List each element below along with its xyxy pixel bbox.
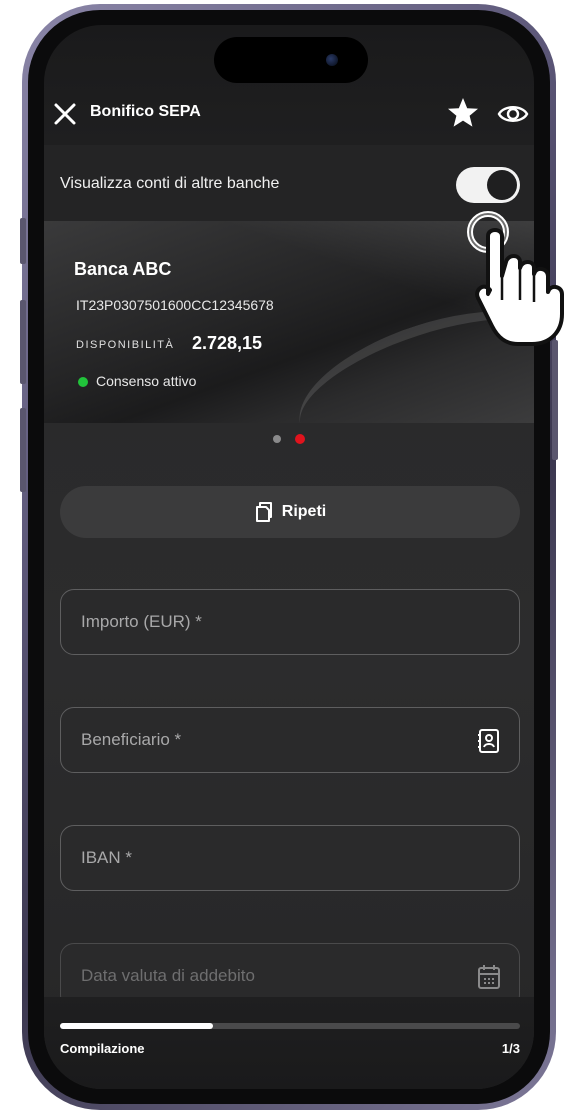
dynamic-island xyxy=(214,37,368,83)
progress-bar-section: Compilazione 1/3 xyxy=(44,997,534,1089)
iban-placeholder: IBAN * xyxy=(81,848,133,867)
progress-label: Compilazione xyxy=(60,1041,145,1056)
phone-side-button xyxy=(20,300,26,384)
consent-status-text: Consenso attivo xyxy=(96,373,197,389)
camera-icon xyxy=(326,54,338,66)
app-screen: Bonifico SEPA Visualizza conti di altre … xyxy=(44,25,534,1089)
other-banks-toggle[interactable] xyxy=(456,167,520,203)
page-title: Bonifico SEPA xyxy=(90,103,201,120)
account-iban: IT23P0307501600CC12345678 xyxy=(76,297,274,313)
pager-dot-active[interactable] xyxy=(295,434,305,444)
beneficiary-field[interactable]: Beneficiario * xyxy=(60,707,520,773)
repeat-button[interactable]: Ripeti xyxy=(60,486,520,538)
eye-icon[interactable] xyxy=(496,99,530,129)
calendar-icon[interactable] xyxy=(477,963,501,991)
consent-status-dot xyxy=(78,377,88,387)
amount-field[interactable]: Importo (EUR) * xyxy=(60,589,520,655)
hand-pointer-icon xyxy=(467,211,564,346)
phone-side-button xyxy=(20,218,26,264)
progress-track xyxy=(60,1023,520,1029)
value-date-placeholder: Data valuta di addebito xyxy=(81,966,255,985)
beneficiary-placeholder: Beneficiario * xyxy=(81,730,182,749)
toggle-knob xyxy=(487,170,517,200)
progress-fill xyxy=(60,1023,214,1029)
repeat-button-label: Ripeti xyxy=(281,503,327,520)
availability-value: 2.728,15 xyxy=(192,333,263,353)
phone-side-button xyxy=(20,408,26,492)
bank-account-card[interactable]: Banca ABC IT23P0307501600CC12345678 DISP… xyxy=(44,221,534,423)
close-icon[interactable] xyxy=(52,101,78,127)
app-header: Bonifico SEPA xyxy=(44,95,534,143)
iban-field[interactable]: IBAN * xyxy=(60,825,520,891)
amount-placeholder: Importo (EUR) * xyxy=(81,612,202,631)
progress-step-count: 1/3 xyxy=(501,1041,520,1056)
bank-name: Banca ABC xyxy=(74,259,172,279)
star-icon[interactable] xyxy=(446,96,480,130)
copy-icon xyxy=(255,502,272,522)
other-banks-row: Visualizza conti di altre banche xyxy=(44,145,534,221)
pager-dot[interactable] xyxy=(273,435,281,443)
address-book-icon[interactable] xyxy=(477,727,501,755)
phone-side-button xyxy=(552,340,558,460)
other-banks-label: Visualizza conti di altre banche xyxy=(60,175,280,192)
availability-label: DISPONIBILITÀ xyxy=(76,339,175,351)
